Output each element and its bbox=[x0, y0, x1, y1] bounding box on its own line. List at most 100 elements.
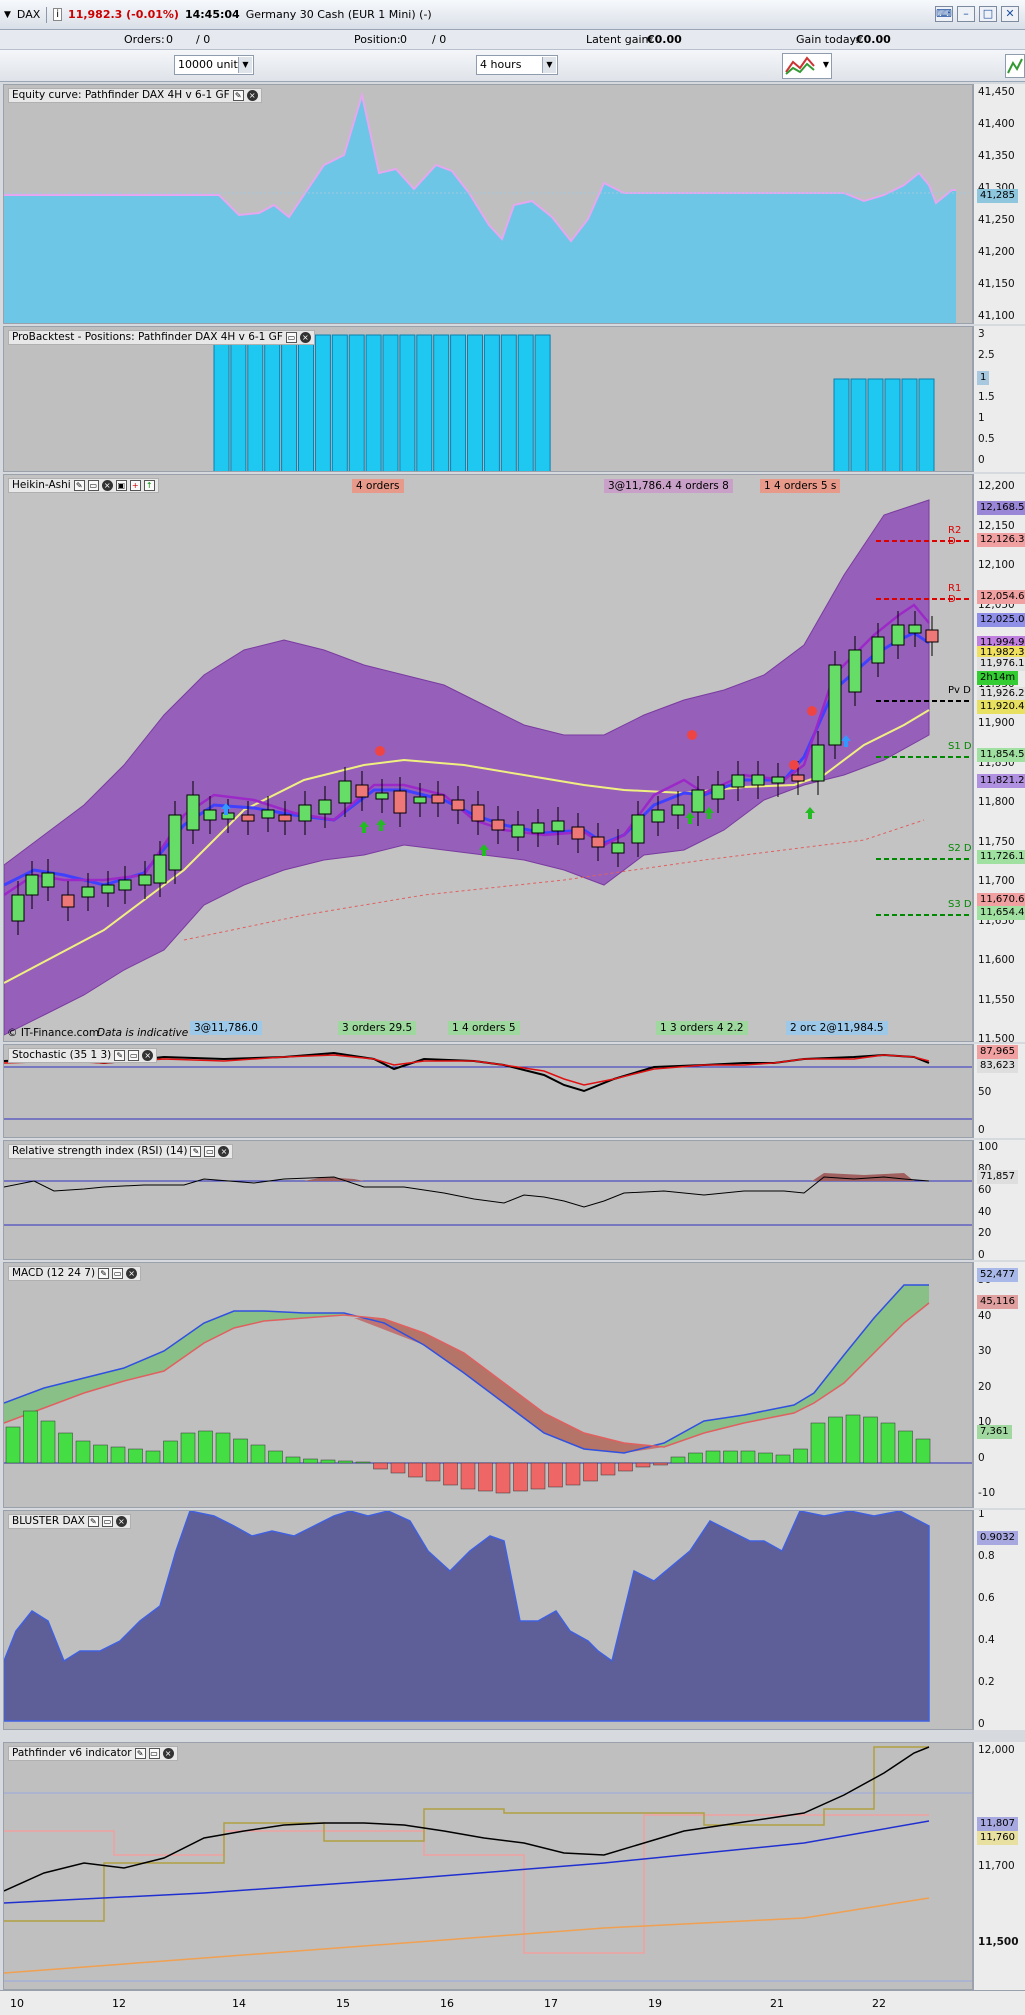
close-icon[interactable]: × bbox=[218, 1146, 230, 1157]
macd-histogram-bar bbox=[600, 1462, 616, 1476]
macd-histogram-bar bbox=[425, 1462, 441, 1482]
equity-last-tag: 41,285 bbox=[977, 189, 1018, 203]
units-select[interactable]: 10000 units ▼ bbox=[174, 55, 254, 75]
window-icon[interactable]: ▭ bbox=[112, 1268, 124, 1279]
heikin-ashi-candle bbox=[203, 809, 217, 821]
window-icon[interactable]: ▭ bbox=[87, 480, 99, 491]
position-bar bbox=[483, 334, 500, 471]
x-tick: 14 bbox=[232, 1997, 246, 2010]
heikin-ashi-candle bbox=[318, 799, 332, 815]
order-annotation[interactable]: 1 3 orders 4 2.2 bbox=[656, 1021, 748, 1035]
bluster-tick: 0.2 bbox=[978, 1676, 995, 1688]
heikin-ashi-candle bbox=[491, 819, 505, 831]
order-annotation[interactable]: 1 4 orders 5 s bbox=[760, 479, 841, 493]
wrench-icon[interactable]: ✎ bbox=[190, 1146, 202, 1157]
stochastic-panel[interactable]: Stochastic (35 1 3) ✎ ▭ × bbox=[3, 1044, 973, 1138]
price-level-tag: 2h14m bbox=[977, 671, 1019, 685]
chevron-down-icon[interactable]: ▼ bbox=[823, 60, 829, 69]
heikin-ashi-candle bbox=[261, 809, 275, 819]
wrench-icon[interactable]: ✎ bbox=[232, 90, 244, 101]
pathfinder-tag: 11,807 bbox=[977, 1817, 1018, 1831]
rsi-panel[interactable]: Relative strength index (RSI) (14) ✎ ▭ × bbox=[3, 1140, 973, 1260]
window-icon[interactable]: ▭ bbox=[128, 1050, 140, 1061]
minimize-icon[interactable]: – bbox=[957, 6, 975, 22]
order-annotation[interactable]: 4 orders bbox=[352, 479, 404, 493]
clock-time: 14:45:04 bbox=[184, 8, 240, 21]
macd-panel[interactable]: MACD (12 24 7) ✎ ▭ × bbox=[3, 1262, 973, 1508]
positions-panel-title: ProBacktest - Positions: Pathfinder DAX … bbox=[8, 330, 315, 345]
settings-icon[interactable]: ▣ bbox=[115, 480, 127, 491]
window-icon[interactable]: ▭ bbox=[204, 1146, 216, 1157]
macd-tag: 52,477 bbox=[977, 1268, 1018, 1282]
close-icon[interactable]: × bbox=[115, 1516, 127, 1527]
latent-gain-value: €0.00 bbox=[647, 33, 682, 46]
chevron-down-icon[interactable]: ▼ bbox=[238, 57, 252, 73]
menu-icon[interactable]: ▼ bbox=[4, 10, 11, 20]
equity-tick: 41,450 bbox=[978, 86, 1015, 98]
heikin-ashi-candle bbox=[61, 894, 75, 908]
heikin-ashi-candle bbox=[611, 842, 625, 854]
macd-histogram-bar bbox=[320, 1459, 336, 1464]
positions-panel[interactable]: ProBacktest - Positions: Pathfinder DAX … bbox=[3, 326, 973, 472]
window-icon[interactable]: ▭ bbox=[285, 332, 297, 343]
equity-panel[interactable]: Equity curve: Pathfinder DAX 4H v 6-1 GF… bbox=[3, 84, 973, 324]
bluster-panel[interactable]: BLUSTER DAX ✎ ▭ × bbox=[3, 1510, 973, 1730]
keyboard-icon[interactable]: ⌨ bbox=[935, 6, 953, 22]
position-bar bbox=[901, 378, 918, 471]
x-tick: 19 bbox=[648, 1997, 662, 2010]
heikin-ashi-candle bbox=[451, 799, 465, 811]
close-icon[interactable]: × bbox=[246, 90, 258, 101]
gain-today-label: Gain today: bbox=[796, 33, 859, 46]
heikin-ashi-candle bbox=[278, 814, 292, 822]
macd-histogram-bar bbox=[495, 1462, 511, 1494]
window-icon[interactable]: ▭ bbox=[101, 1516, 113, 1527]
add-indicator-button[interactable] bbox=[1005, 54, 1025, 78]
macd-histogram-bar bbox=[285, 1456, 301, 1464]
heikin-ashi-candle bbox=[828, 664, 842, 746]
position-bar bbox=[867, 378, 884, 471]
window-icon[interactable]: ▭ bbox=[148, 1748, 160, 1759]
timeframe-value: 4 hours bbox=[480, 58, 522, 71]
macd-histogram-bar bbox=[215, 1432, 231, 1464]
position-bar bbox=[264, 334, 281, 471]
close-icon[interactable]: × bbox=[142, 1050, 154, 1061]
info-icon[interactable]: i bbox=[53, 8, 63, 21]
order-annotation[interactable]: 3@11,786.4 4 orders 8 bbox=[604, 479, 733, 493]
order-annotation[interactable]: 3@11,786.0 bbox=[190, 1021, 262, 1035]
order-annotation[interactable]: 3 orders 29.5 bbox=[338, 1021, 417, 1035]
chart-type-button[interactable]: ▼ bbox=[782, 53, 832, 79]
chevron-down-icon[interactable]: ▼ bbox=[542, 57, 556, 73]
order-annotation[interactable]: 2 orc 2@11,984.5 bbox=[786, 1021, 888, 1035]
instrument-name[interactable]: DAX bbox=[17, 8, 40, 21]
heikin-ashi-candle bbox=[691, 789, 705, 813]
heikin-ashi-candle bbox=[11, 894, 25, 922]
wrench-icon[interactable]: ✎ bbox=[98, 1268, 110, 1279]
pathfinder-panel[interactable]: Pathfinder v6 indicator ✎ ▭ × bbox=[3, 1742, 973, 1990]
plus-icon[interactable]: + bbox=[129, 480, 141, 491]
wrench-icon[interactable]: ✎ bbox=[73, 480, 85, 491]
wrench-icon[interactable]: ✎ bbox=[114, 1050, 126, 1061]
macd-histogram-bar bbox=[163, 1440, 178, 1464]
maximize-icon[interactable]: □ bbox=[979, 6, 997, 22]
positions-tick: 3 bbox=[978, 328, 985, 340]
arrow-up-icon[interactable]: ↑ bbox=[143, 480, 155, 491]
stochastic-scale: 50 0 87,965 83,623 bbox=[973, 1044, 1025, 1138]
close-icon[interactable]: ✕ bbox=[1001, 6, 1019, 22]
close-icon[interactable]: × bbox=[101, 480, 113, 491]
order-annotation[interactable]: 1 4 orders 5 bbox=[448, 1021, 520, 1035]
close-icon[interactable]: × bbox=[126, 1268, 138, 1279]
price-level-tag: 11,670.6 bbox=[977, 893, 1025, 907]
heikin-ashi-candle bbox=[138, 874, 152, 886]
close-icon[interactable]: × bbox=[299, 332, 311, 343]
heikin-ashi-candle bbox=[375, 792, 389, 800]
wrench-icon[interactable]: ✎ bbox=[87, 1516, 99, 1527]
wrench-icon[interactable]: ✎ bbox=[134, 1748, 146, 1759]
position-bar bbox=[433, 334, 450, 471]
rsi-tick: 20 bbox=[978, 1227, 992, 1239]
macd-histogram-bar bbox=[530, 1462, 546, 1490]
price-panel[interactable]: Heikin-Ashi ✎ ▭ × ▣ + ↑ 4 orders 3@11,786.4 4 … bbox=[3, 474, 973, 1042]
pathfinder-scale: 12,000 11,700 11,500 11,807 11,760 bbox=[973, 1742, 1025, 1990]
close-icon[interactable]: × bbox=[162, 1748, 174, 1759]
bluster-title-text: BLUSTER DAX bbox=[12, 1515, 85, 1527]
timeframe-select[interactable]: 4 hours ▼ bbox=[476, 55, 558, 75]
